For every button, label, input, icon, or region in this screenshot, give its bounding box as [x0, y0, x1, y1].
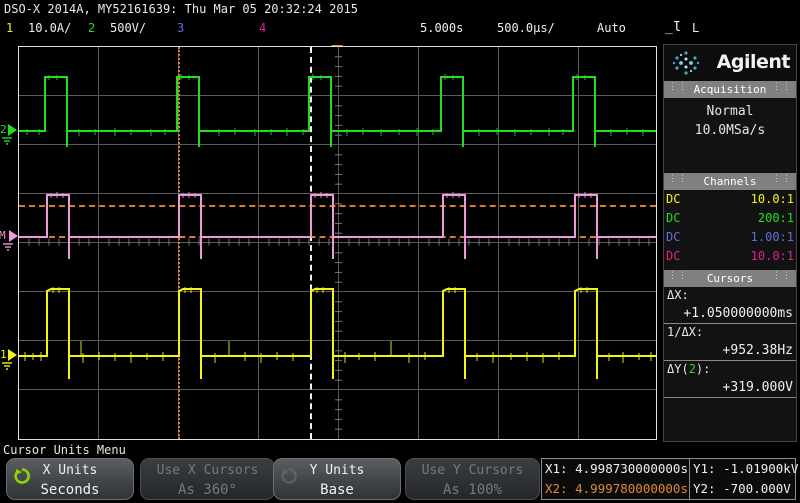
softkey-use-x-cursors[interactable]: Use X Cursors As 360°: [140, 458, 275, 500]
svg-text:2: 2: [0, 123, 7, 136]
waveform-graticule[interactable]: [18, 46, 657, 440]
channel-row-3[interactable]: DC 1.00:1: [664, 230, 796, 249]
agilent-starburst-logo: [672, 51, 700, 75]
channels-section-header[interactable]: ⋮⋮ Channels ⋮⋮: [664, 173, 796, 190]
drag-dots-icon: ⋮⋮: [668, 271, 688, 281]
status-delay[interactable]: 5.000s: [420, 18, 463, 38]
status-ch1-number[interactable]: 1: [6, 18, 13, 38]
channel-2-coupling: DC: [666, 211, 681, 225]
cursor-dx-value: +1.050000000ms: [683, 306, 793, 321]
cursor-dy-label-post: ):: [695, 362, 711, 376]
acquisition-body: Normal 10.0MSa/s: [664, 98, 796, 173]
cursor-x2-readout: X2: 4.999780000000s: [545, 481, 688, 496]
channel-3-probe: 1.00:1: [750, 230, 794, 244]
drag-dots-icon: ⋮⋮: [772, 271, 792, 281]
acquisition-mode: Normal: [706, 104, 754, 119]
status-ch1-scale[interactable]: 10.0A/: [28, 18, 71, 38]
acquisition-sample-rate: 10.0MSa/s: [694, 123, 766, 138]
status-trigger-source[interactable]: L: [692, 18, 699, 38]
trace-math-noise: [50, 192, 592, 198]
status-timebase[interactable]: 500.0µs/: [497, 18, 555, 38]
trace-channel-1: [19, 288, 656, 379]
cursor-divider: [664, 397, 796, 398]
cursor-invdx-value: +952.38Hz: [722, 343, 793, 358]
status-ch2-number[interactable]: 2: [88, 18, 95, 38]
trace-channel-2-noise: [26, 74, 644, 136]
waveform-traces: [19, 74, 656, 379]
softkey-use-y-cursors[interactable]: Use Y Cursors As 100%: [405, 458, 540, 500]
cursors-section-header[interactable]: ⋮⋮ Cursors ⋮⋮: [664, 270, 796, 287]
channel-4-probe: 10.0:1: [750, 249, 794, 263]
cursors-title: Cursors: [706, 272, 754, 285]
acquisition-section-header[interactable]: ⋮⋮ Acquisition ⋮⋮: [664, 81, 796, 98]
channel-row-1[interactable]: DC 10.0:1: [664, 192, 796, 211]
rotary-knob-icon: [281, 468, 297, 484]
rising-edge-icon: _Ɩ: [665, 20, 681, 35]
channel-3-coupling: DC: [666, 230, 681, 244]
cursor-y-readout: Y1: -1.01900kV Y2: -700.000V: [690, 458, 799, 500]
cursor-invdx-label: 1/ΔX:: [667, 325, 704, 339]
softkey-use-x-cursors-value: As 360°: [177, 482, 237, 498]
status-ch3-number[interactable]: 3: [177, 18, 184, 38]
cursors-body: ΔX: +1.050000000ms 1/ΔX: +952.38Hz ΔY(2)…: [664, 287, 796, 398]
status-trigger-mode[interactable]: Auto: [597, 18, 626, 38]
status-ch2-scale[interactable]: 500V/: [110, 18, 146, 38]
channels-body: DC 10.0:1 DC 200:1 DC 1.00:1 DC 10.0:1: [664, 190, 796, 270]
cursor-x-readout: X1: 4.998730000000s X2: 4.999780000000s: [541, 458, 690, 500]
drag-dots-icon: ⋮⋮: [668, 82, 688, 92]
drag-dots-icon: ⋮⋮: [668, 174, 688, 184]
brand-bar: Agilent: [664, 45, 796, 81]
cursor-y1-readout: Y1: -1.01900kV: [693, 461, 799, 476]
instrument-info-line: DSO-X 2014A, MY52161639: Thu Mar 05 20:3…: [4, 2, 359, 16]
trace-channel-1-noise: [24, 287, 652, 363]
svg-text:M: M: [0, 229, 6, 242]
channel-1-probe: 10.0:1: [750, 192, 794, 206]
cursor-dx-label: ΔX:: [667, 288, 689, 302]
cursor-dy-label-channel: 2: [688, 362, 696, 376]
channel-row-2[interactable]: DC 200:1: [664, 211, 796, 230]
softkey-use-y-cursors-value: As 100%: [442, 482, 502, 498]
drag-dots-icon: ⋮⋮: [772, 174, 792, 184]
trace-math: [19, 194, 656, 259]
cursor-dy-label: ΔY(2):: [664, 361, 796, 378]
rotary-knob-icon: [14, 468, 30, 484]
drag-dots-icon: ⋮⋮: [772, 82, 792, 92]
channel-4-coupling: DC: [666, 249, 681, 263]
channel-1-ground-marker[interactable]: 1: [0, 347, 18, 376]
cursor-y2-readout: Y2: -700.000V: [693, 481, 791, 496]
cursor-invdx-block: 1/ΔX: +952.38Hz: [664, 323, 796, 360]
softkey-bar: X Units Seconds Use X Cursors As 360° Y …: [0, 458, 800, 503]
cursor-dx-block: ΔX: +1.050000000ms: [664, 287, 796, 323]
oscilloscope-screen: DSO-X 2014A, MY52161639: Thu Mar 05 20:3…: [0, 0, 800, 503]
channel-1-coupling: DC: [666, 192, 681, 206]
channel-2-ground-marker[interactable]: 2: [0, 122, 18, 151]
channel-row-4[interactable]: DC 10.0:1: [664, 249, 796, 268]
status-bar: 1 10.0A/ 2 500V/ 3 4 5.000s 500.0µs/ Aut…: [0, 18, 800, 38]
softkey-use-x-cursors-label: Use X Cursors: [156, 463, 259, 478]
cursor-x1-readout: X1: 4.998730000000s: [545, 461, 688, 476]
status-ch4-number[interactable]: 4: [259, 18, 266, 38]
bottom-menu-title: Cursor Units Menu: [3, 443, 126, 457]
svg-text:1: 1: [0, 348, 7, 361]
softkey-x-units[interactable]: X Units Seconds: [6, 458, 134, 500]
acquisition-title: Acquisition: [693, 83, 767, 96]
channel-2-probe: 200:1: [757, 211, 794, 225]
brand-name: Agilent: [716, 51, 791, 73]
softkey-y-units[interactable]: Y Units Base: [273, 458, 401, 500]
right-side-panel: Agilent ⋮⋮ Acquisition ⋮⋮ Normal 10.0MSa…: [663, 44, 797, 442]
trace-channel-2: [19, 76, 656, 147]
cursor-dy-value: +319.000V: [722, 380, 793, 395]
cursor-dy-block: ΔY(2): +319.000V: [664, 360, 796, 397]
softkey-use-y-cursors-label: Use Y Cursors: [421, 463, 524, 478]
channels-title: Channels: [703, 175, 757, 188]
math-ground-marker[interactable]: M: [0, 228, 18, 257]
cursor-dy-label-pre: ΔY(: [667, 362, 689, 376]
